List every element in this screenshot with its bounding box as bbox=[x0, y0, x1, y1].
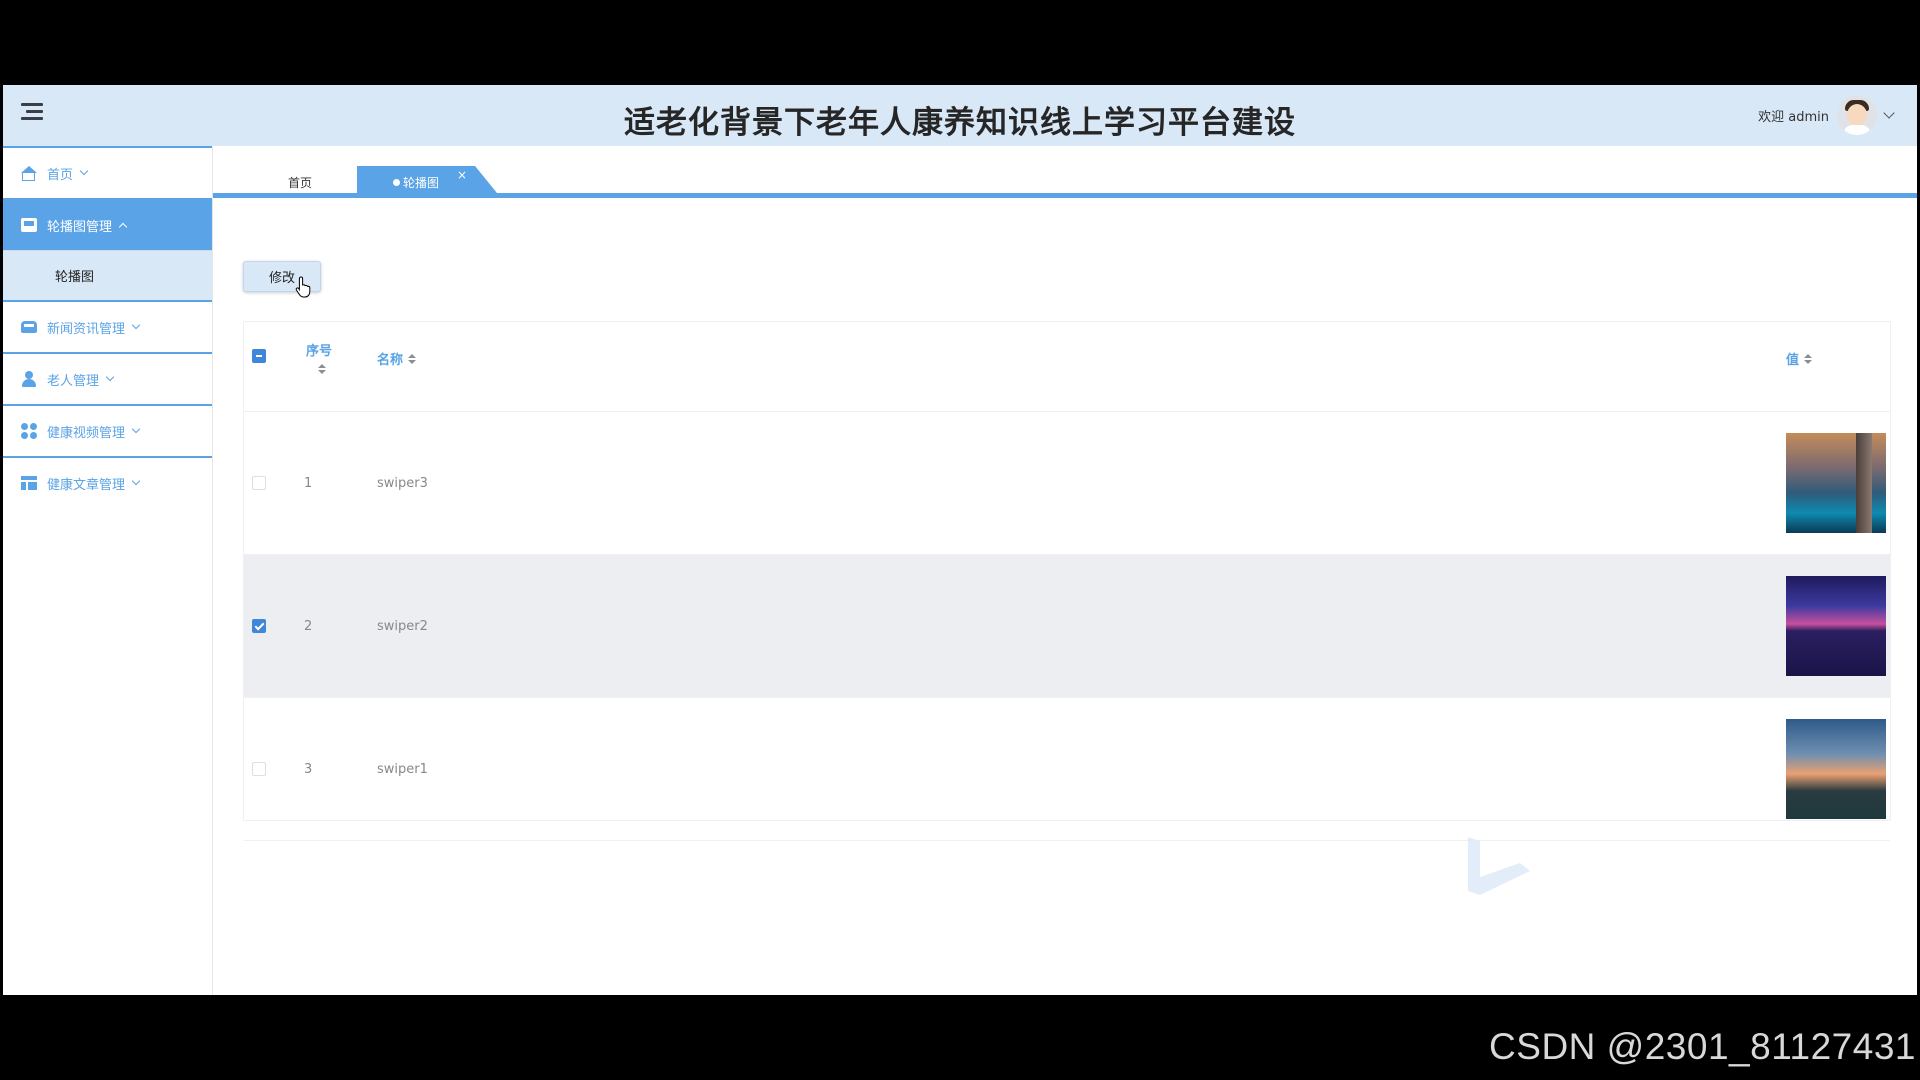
sort-icon[interactable] bbox=[318, 364, 326, 374]
sidebar-item-health-article-management[interactable]: 健康文章管理 bbox=[3, 456, 212, 508]
row-index: 1 bbox=[304, 475, 313, 491]
table-row[interactable]: 1 swiper3 bbox=[244, 412, 1890, 555]
table-row[interactable]: 3 swiper1 bbox=[244, 698, 1890, 841]
tab-swiper[interactable]: 轮播图 bbox=[357, 166, 501, 198]
video-watermark-logo-icon bbox=[1468, 837, 1530, 895]
welcome-text: 欢迎 admin bbox=[1758, 109, 1829, 125]
chevron-down-icon bbox=[131, 320, 141, 330]
sidebar-item-news-management[interactable]: 新闻资讯管理 bbox=[3, 300, 212, 352]
hand-cursor-icon bbox=[295, 276, 311, 298]
row-checkbox[interactable] bbox=[252, 619, 266, 633]
bus-icon bbox=[21, 319, 37, 335]
swiper-table: 序号 名称 值 1 swiper3 2 swiper2 3 swiper1 bbox=[243, 321, 1891, 841]
picture-icon bbox=[21, 217, 37, 233]
sort-icon[interactable] bbox=[1804, 353, 1813, 364]
row-image-thumbnail[interactable] bbox=[1786, 433, 1886, 533]
sidebar-item-label: 健康文章管理 bbox=[47, 477, 126, 493]
table-icon bbox=[21, 475, 37, 491]
column-header-name[interactable]: 名称 bbox=[377, 349, 417, 368]
grid-icon bbox=[21, 423, 37, 439]
user-icon bbox=[21, 371, 37, 387]
column-header-value[interactable]: 值 bbox=[1786, 349, 1813, 368]
sidebar-item-label: 轮播图管理 bbox=[47, 219, 113, 235]
row-name: swiper3 bbox=[377, 475, 428, 491]
chevron-down-icon bbox=[105, 372, 115, 382]
chevron-down-icon[interactable] bbox=[1883, 106, 1895, 119]
csdn-watermark: CSDN @2301_81127431 bbox=[1489, 1026, 1916, 1067]
table-header: 序号 名称 值 bbox=[244, 322, 1890, 412]
chevron-up-icon bbox=[118, 222, 128, 231]
sidebar-item-elderly-management[interactable]: 老人管理 bbox=[3, 352, 212, 404]
sidebar-item-label: 老人管理 bbox=[47, 373, 100, 389]
tab-label: 轮播图 bbox=[402, 175, 439, 190]
top-header: 适老化背景下老年人康养知识线上学习平台建设 欢迎 admin bbox=[3, 85, 1917, 146]
main-content: 修改 序号 名称 值 1 swiper3 2 swiper2 3 swiper1 bbox=[213, 203, 1917, 995]
chevron-down-icon bbox=[79, 166, 89, 176]
column-header-index[interactable]: 序号 bbox=[306, 340, 332, 359]
sidebar: 首页 轮播图管理 轮播图 新闻资讯管理 老人管理 健康视频管理 健康文章管理 bbox=[3, 146, 213, 995]
home-icon bbox=[21, 165, 37, 181]
row-name: swiper2 bbox=[377, 618, 428, 634]
user-menu[interactable]: 欢迎 admin bbox=[1758, 93, 1895, 137]
sidebar-item-health-video-management[interactable]: 健康视频管理 bbox=[3, 404, 212, 456]
tab-home[interactable]: 首页 bbox=[243, 166, 357, 198]
row-image-thumbnail[interactable] bbox=[1786, 719, 1886, 819]
select-all-checkbox[interactable] bbox=[252, 349, 266, 363]
chevron-down-icon bbox=[131, 424, 141, 434]
chevron-down-icon bbox=[131, 476, 141, 486]
tab-bar: 首页 轮播图 × bbox=[213, 146, 1917, 198]
sidebar-item-swiper-management[interactable]: 轮播图管理 bbox=[3, 198, 212, 250]
sidebar-item-label: 健康视频管理 bbox=[47, 425, 126, 441]
app-window: 适老化背景下老年人康养知识线上学习平台建设 欢迎 admin 首页 轮播图管理 … bbox=[3, 85, 1917, 995]
row-checkbox[interactable] bbox=[252, 762, 266, 776]
active-dot-icon bbox=[392, 178, 400, 186]
table-row[interactable]: 2 swiper2 bbox=[244, 555, 1890, 698]
sidebar-item-home[interactable]: 首页 bbox=[3, 146, 212, 198]
row-image-thumbnail[interactable] bbox=[1786, 576, 1886, 676]
row-checkbox[interactable] bbox=[252, 476, 266, 490]
row-index: 2 bbox=[304, 618, 313, 634]
avatar[interactable] bbox=[1837, 95, 1877, 135]
sidebar-item-label: 首页 bbox=[47, 167, 74, 183]
sidebar-subitem-swiper[interactable]: 轮播图 bbox=[3, 250, 212, 300]
sidebar-item-label: 新闻资讯管理 bbox=[47, 321, 126, 337]
app-title: 适老化背景下老年人康养知识线上学习平台建设 bbox=[624, 105, 1296, 141]
row-name: swiper1 bbox=[377, 761, 428, 777]
sort-icon[interactable] bbox=[408, 353, 417, 364]
row-index: 3 bbox=[304, 761, 313, 777]
close-icon[interactable]: × bbox=[457, 168, 467, 182]
